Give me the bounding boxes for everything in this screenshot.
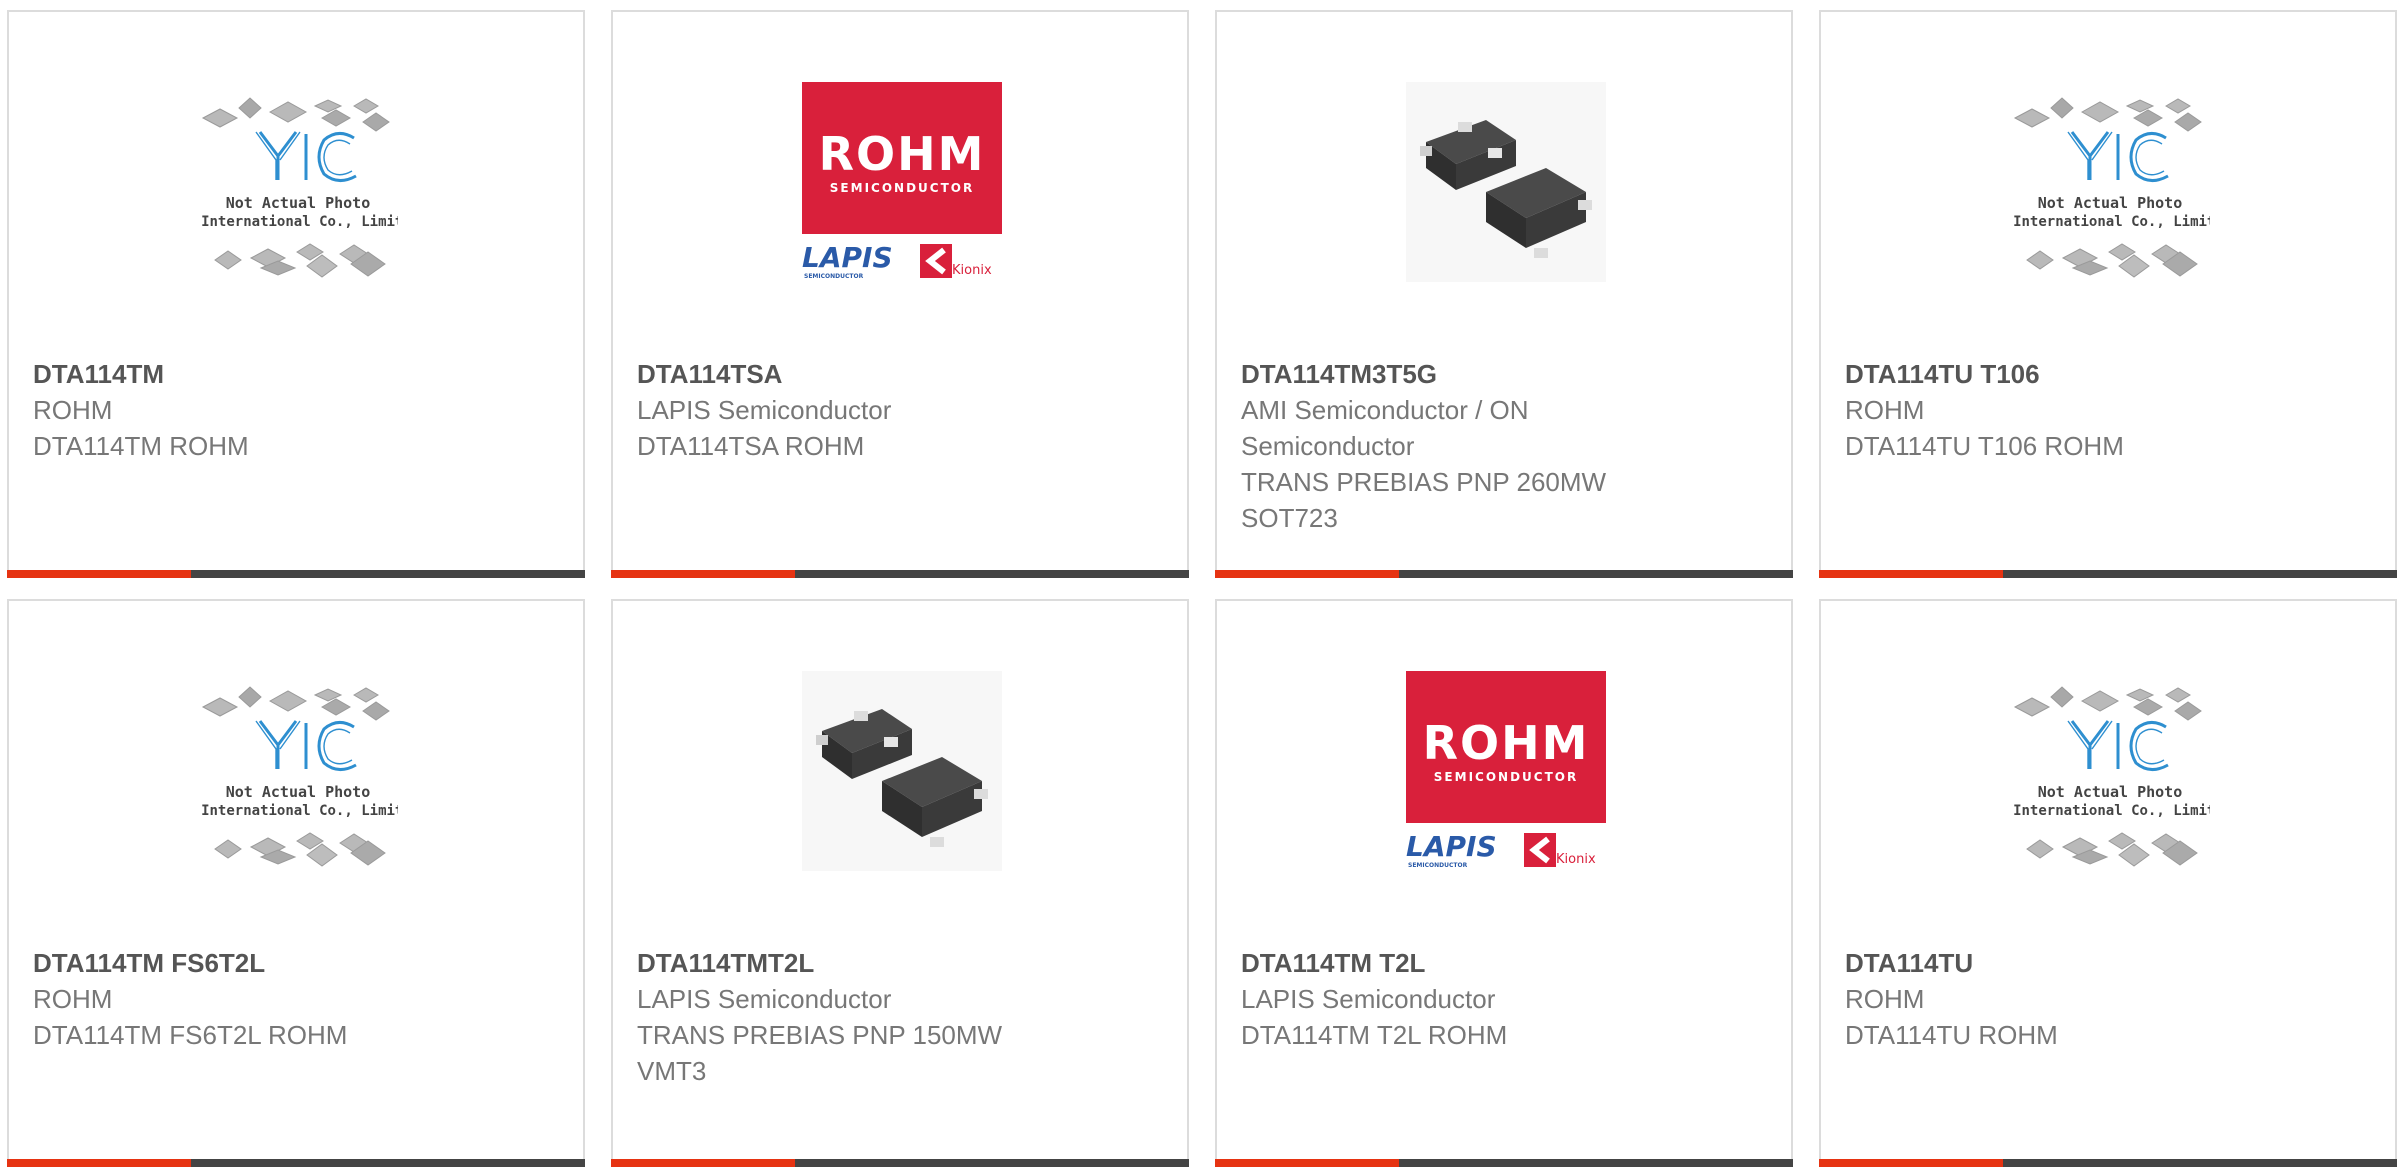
svg-text:Not Actual Photo: Not Actual Photo: [2038, 194, 2183, 212]
svg-text:Kionix: Kionix: [1556, 852, 1596, 867]
description: DTA114TM FS6T2L ROHM: [33, 1020, 348, 1050]
svg-text:ROHM: ROHM: [1423, 716, 1590, 770]
svg-text:YIC International Co., Limited: YIC International Co., Limited.: [198, 803, 398, 819]
description: DTA114TU T106 ROHM: [1845, 431, 2124, 461]
card-footer-bar: [1215, 570, 1793, 578]
yic-placeholder-image: Not Actual Photo YIC International Co., L…: [198, 686, 398, 867]
product-image[interactable]: [1406, 82, 1606, 282]
package: SOT723: [1241, 503, 1338, 533]
svg-text:Not Actual Photo: Not Actual Photo: [226, 783, 371, 801]
manufacturer-continued: Semiconductor: [1241, 431, 1415, 461]
description: DTA114TSA ROHM: [637, 431, 865, 461]
card-footer-bar: [611, 570, 1189, 578]
product-card[interactable]: Not Actual Photo YIC International Co., L…: [7, 599, 585, 1167]
svg-text:LAPIS: LAPIS: [802, 241, 893, 274]
product-card[interactable]: DTA114TM3T5G AMI Semiconductor / ON Semi…: [1215, 10, 1793, 578]
product-card[interactable]: DTA114TMT2L LAPIS Semiconductor TRANS PR…: [611, 599, 1189, 1167]
product-info: DTA114TM FS6T2L ROHM DTA114TM FS6T2L ROH…: [33, 945, 559, 1053]
part-number[interactable]: DTA114TM T2L: [1241, 945, 1767, 981]
product-info: DTA114TMT2L LAPIS Semiconductor TRANS PR…: [637, 945, 1163, 1089]
product-info: DTA114TU ROHM DTA114TU ROHM: [1845, 945, 2371, 1053]
card-footer-bar: [7, 1159, 585, 1167]
product-card[interactable]: ROHM SEMICONDUCTOR LAPIS SEMICONDUCTOR Kioni…: [1215, 599, 1793, 1167]
part-number[interactable]: DTA114TU T106: [1845, 356, 2371, 392]
card-footer-bar: [7, 570, 585, 578]
transistor-photo: [802, 671, 1002, 871]
card-footer-bar: [611, 1159, 1189, 1167]
yic-placeholder-image: Not Actual Photo YIC International Co., L…: [198, 97, 398, 278]
part-number[interactable]: DTA114TM: [33, 356, 559, 392]
rohm-lapis-logo: ROHMSEMICONDUCTORLAPISSEMICONDUCTOR Kioni…: [802, 82, 1002, 280]
description: TRANS PREBIAS PNP 260MW: [1241, 467, 1607, 497]
part-number[interactable]: DTA114TU: [1845, 945, 2371, 981]
product-image[interactable]: [802, 671, 1002, 871]
yic-placeholder-image: Not Actual Photo YIC International Co., L…: [2010, 97, 2210, 278]
product-card[interactable]: Not Actual Photo YIC International Co., L…: [7, 10, 585, 578]
card-footer-bar: [1215, 1159, 1793, 1167]
svg-text:Not Actual Photo: Not Actual Photo: [226, 194, 371, 212]
transistor-photo: [1406, 82, 1606, 282]
svg-text:SEMICONDUCTOR: SEMICONDUCTOR: [1434, 770, 1578, 784]
part-number[interactable]: DTA114TM FS6T2L: [33, 945, 559, 981]
part-number[interactable]: DTA114TMT2L: [637, 945, 1163, 981]
svg-text:YIC International Co., Limited: YIC International Co., Limited.: [2010, 803, 2210, 819]
card-footer-bar: [1819, 1159, 2397, 1167]
product-info: DTA114TM3T5G AMI Semiconductor / ON Semi…: [1241, 356, 1767, 536]
description: DTA114TM T2L ROHM: [1241, 1020, 1508, 1050]
product-image[interactable]: ROHM SEMICONDUCTOR LAPIS SEMICONDUCTOR Kioni…: [802, 82, 1002, 282]
product-image[interactable]: Not Actual Photo YIC International Co., L…: [198, 82, 398, 282]
product-grid: Not Actual Photo YIC International Co., L…: [0, 0, 2400, 1167]
svg-text:SEMICONDUCTOR: SEMICONDUCTOR: [830, 181, 974, 195]
card-accent-bar: [611, 570, 795, 578]
card-accent-bar: [7, 570, 191, 578]
manufacturer: LAPIS Semiconductor: [1241, 984, 1496, 1014]
card-accent-bar: [1215, 570, 1399, 578]
product-info: DTA114TU T106 ROHM DTA114TU T106 ROHM: [1845, 356, 2371, 464]
description: TRANS PREBIAS PNP 150MW: [637, 1020, 1003, 1050]
card-footer-bar: [1819, 570, 2397, 578]
card-accent-bar: [611, 1159, 795, 1167]
part-number[interactable]: DTA114TSA: [637, 356, 1163, 392]
card-accent-bar: [1819, 1159, 2003, 1167]
card-accent-bar: [1819, 570, 2003, 578]
package: VMT3: [637, 1056, 707, 1086]
manufacturer: ROHM: [33, 395, 113, 425]
manufacturer: AMI Semiconductor / ON: [1241, 395, 1529, 425]
product-image[interactable]: Not Actual Photo YIC International Co., L…: [198, 671, 398, 871]
part-number[interactable]: DTA114TM3T5G: [1241, 356, 1767, 392]
manufacturer: ROHM: [33, 984, 113, 1014]
product-card[interactable]: ROHM SEMICONDUCTOR LAPIS SEMICONDUCTOR Kioni…: [611, 10, 1189, 578]
rohm-lapis-logo: ROHMSEMICONDUCTORLAPISSEMICONDUCTOR Kioni…: [1406, 671, 1606, 869]
product-info: DTA114TM T2L LAPIS Semiconductor DTA114T…: [1241, 945, 1767, 1053]
card-accent-bar: [1215, 1159, 1399, 1167]
svg-text:Kionix: Kionix: [952, 263, 992, 278]
svg-text:YIC International Co., Limited: YIC International Co., Limited.: [198, 214, 398, 230]
svg-text:Not Actual Photo: Not Actual Photo: [2038, 783, 2183, 801]
manufacturer: ROHM: [1845, 984, 1925, 1014]
product-card[interactable]: Not Actual Photo YIC International Co., L…: [1819, 10, 2397, 578]
yic-placeholder-image: Not Actual Photo YIC International Co., L…: [2010, 686, 2210, 867]
manufacturer: LAPIS Semiconductor: [637, 984, 892, 1014]
product-info: DTA114TM ROHM DTA114TM ROHM: [33, 356, 559, 464]
product-card[interactable]: Not Actual Photo YIC International Co., L…: [1819, 599, 2397, 1167]
description: DTA114TU ROHM: [1845, 1020, 2058, 1050]
product-info: DTA114TSA LAPIS Semiconductor DTA114TSA …: [637, 356, 1163, 464]
svg-text:ROHM: ROHM: [819, 127, 986, 181]
card-accent-bar: [7, 1159, 191, 1167]
product-image[interactable]: ROHM SEMICONDUCTOR LAPIS SEMICONDUCTOR Kioni…: [1406, 671, 1606, 871]
svg-text:YIC International Co., Limited: YIC International Co., Limited.: [2010, 214, 2210, 230]
description: DTA114TM ROHM: [33, 431, 249, 461]
svg-text:SEMICONDUCTOR: SEMICONDUCTOR: [1408, 862, 1468, 869]
manufacturer: LAPIS Semiconductor: [637, 395, 892, 425]
product-image[interactable]: Not Actual Photo YIC International Co., L…: [2010, 671, 2210, 871]
product-image[interactable]: Not Actual Photo YIC International Co., L…: [2010, 82, 2210, 282]
svg-text:LAPIS: LAPIS: [1406, 830, 1497, 863]
manufacturer: ROHM: [1845, 395, 1925, 425]
svg-text:SEMICONDUCTOR: SEMICONDUCTOR: [804, 273, 864, 280]
